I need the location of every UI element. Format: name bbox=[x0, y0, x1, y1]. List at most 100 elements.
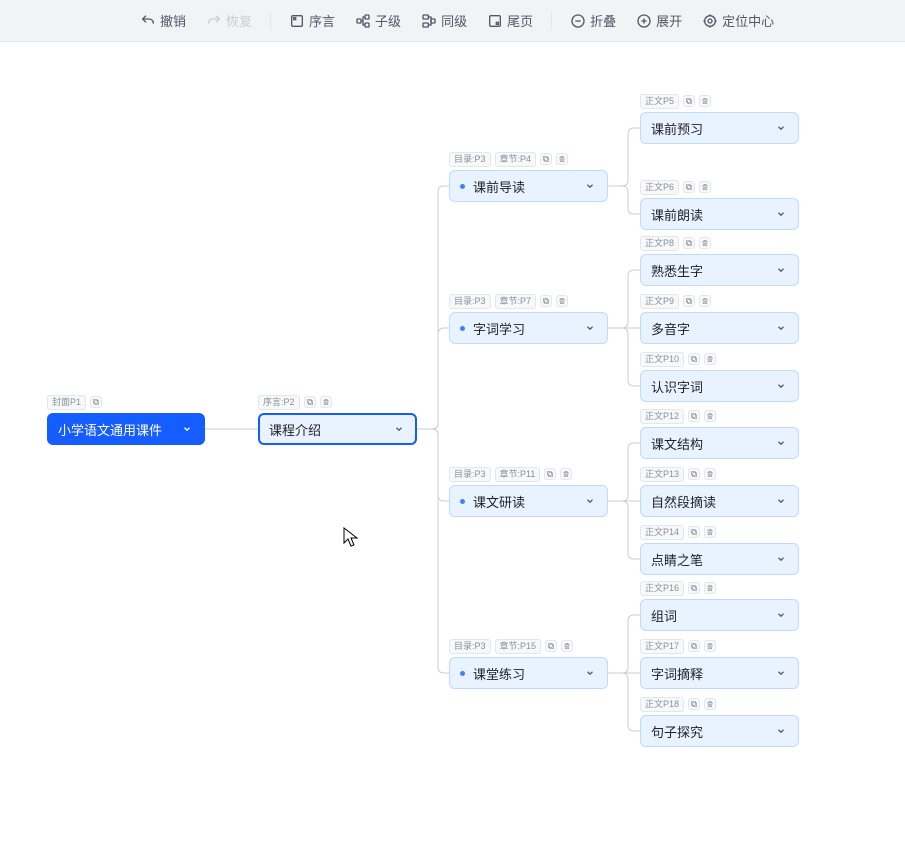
leaf-node[interactable]: 课前朗读 bbox=[640, 198, 799, 230]
node-tags: 目录:P3 章节:P7 bbox=[449, 294, 568, 309]
delete-icon[interactable] bbox=[704, 526, 716, 538]
leaf-node[interactable]: 点睛之笔 bbox=[640, 543, 799, 575]
copy-icon[interactable] bbox=[688, 468, 700, 480]
center-icon bbox=[702, 13, 718, 29]
delete-icon[interactable] bbox=[704, 468, 716, 480]
preface-button[interactable]: 序言 bbox=[279, 7, 345, 34]
section-node[interactable]: 课堂练习 bbox=[449, 657, 608, 689]
tag-label: 正文P13 bbox=[640, 467, 684, 482]
copy-icon[interactable] bbox=[540, 295, 552, 307]
delete-icon[interactable] bbox=[704, 582, 716, 594]
chevron-down-icon[interactable] bbox=[392, 422, 406, 436]
delete-icon[interactable] bbox=[704, 698, 716, 710]
leaf-node[interactable]: 多音字 bbox=[640, 312, 799, 344]
chevron-down-icon[interactable] bbox=[583, 179, 597, 193]
tag-label: 目录:P3 bbox=[449, 152, 491, 167]
copy-icon[interactable] bbox=[683, 181, 695, 193]
copy-icon[interactable] bbox=[688, 353, 700, 365]
delete-icon[interactable] bbox=[699, 237, 711, 249]
node-tags: 目录:P3 章节:P11 bbox=[449, 467, 572, 482]
copy-icon[interactable] bbox=[544, 468, 556, 480]
section-node[interactable]: 课前导读 bbox=[449, 170, 608, 202]
node-label: 熟悉生字 bbox=[651, 261, 703, 280]
delete-icon[interactable] bbox=[704, 640, 716, 652]
copy-icon[interactable] bbox=[545, 640, 557, 652]
chevron-down-icon[interactable] bbox=[583, 666, 597, 680]
copy-icon[interactable] bbox=[688, 410, 700, 422]
undo-button[interactable]: 撤销 bbox=[130, 7, 196, 34]
tag-label: 正文P6 bbox=[640, 180, 679, 195]
section-node[interactable]: 字词学习 bbox=[449, 312, 608, 344]
delete-icon[interactable] bbox=[704, 353, 716, 365]
leaf-node[interactable]: 句子探究 bbox=[640, 715, 799, 747]
delete-icon[interactable] bbox=[699, 95, 711, 107]
node-label: 组词 bbox=[651, 606, 677, 625]
delete-icon[interactable] bbox=[699, 295, 711, 307]
chevron-down-icon[interactable] bbox=[774, 263, 788, 277]
leaf-node[interactable]: 组词 bbox=[640, 599, 799, 631]
node-label: 课前预习 bbox=[651, 119, 703, 138]
section-node[interactable]: 课文研读 bbox=[449, 485, 608, 517]
chevron-down-icon[interactable] bbox=[583, 321, 597, 335]
chevron-down-icon[interactable] bbox=[774, 608, 788, 622]
mindmap-canvas[interactable]: 封面P1 小学语文通用课件 序言:P2 课程介绍 目录:P3 章节:P4 课前导… bbox=[0, 42, 905, 844]
delete-icon[interactable] bbox=[560, 468, 572, 480]
node-tags: 正文P16 bbox=[640, 581, 716, 596]
chevron-down-icon[interactable] bbox=[180, 422, 194, 436]
chevron-down-icon[interactable] bbox=[774, 121, 788, 135]
leaf-node[interactable]: 字词摘释 bbox=[640, 657, 799, 689]
chevron-down-icon[interactable] bbox=[774, 207, 788, 221]
node-tags: 目录:P3 章节:P15 bbox=[449, 639, 573, 654]
leaf-node[interactable]: 课前预习 bbox=[640, 112, 799, 144]
chevron-down-icon[interactable] bbox=[583, 494, 597, 508]
chevron-down-icon[interactable] bbox=[774, 379, 788, 393]
leaf-node[interactable]: 课文结构 bbox=[640, 427, 799, 459]
leaf-node[interactable]: 熟悉生字 bbox=[640, 254, 799, 286]
chevron-down-icon[interactable] bbox=[774, 724, 788, 738]
copy-icon[interactable] bbox=[90, 396, 102, 408]
tag-label: 正文P14 bbox=[640, 525, 684, 540]
center-button[interactable]: 定位中心 bbox=[692, 7, 784, 34]
undo-label: 撤销 bbox=[160, 11, 186, 30]
delete-icon[interactable] bbox=[320, 396, 332, 408]
redo-button[interactable]: 恢复 bbox=[196, 7, 262, 34]
child-button[interactable]: 子级 bbox=[345, 7, 411, 34]
leaf-node[interactable]: 自然段摘读 bbox=[640, 485, 799, 517]
collapse-button[interactable]: 折叠 bbox=[560, 7, 626, 34]
redo-label: 恢复 bbox=[226, 11, 252, 30]
sibling-button[interactable]: 同级 bbox=[411, 7, 477, 34]
expand-button[interactable]: 展开 bbox=[626, 7, 692, 34]
chevron-down-icon[interactable] bbox=[774, 321, 788, 335]
copy-icon[interactable] bbox=[688, 526, 700, 538]
tag-label: 正文P5 bbox=[640, 94, 679, 109]
delete-icon[interactable] bbox=[561, 640, 573, 652]
delete-icon[interactable] bbox=[704, 410, 716, 422]
copy-icon[interactable] bbox=[688, 640, 700, 652]
chevron-down-icon[interactable] bbox=[774, 494, 788, 508]
epilogue-button[interactable]: 尾页 bbox=[477, 7, 543, 34]
node-tags: 正文P9 bbox=[640, 294, 711, 309]
chevron-down-icon[interactable] bbox=[774, 666, 788, 680]
delete-icon[interactable] bbox=[556, 295, 568, 307]
root-node[interactable]: 小学语文通用课件 bbox=[47, 413, 205, 445]
chevron-down-icon[interactable] bbox=[774, 436, 788, 450]
delete-icon[interactable] bbox=[556, 153, 568, 165]
copy-icon[interactable] bbox=[688, 698, 700, 710]
epilogue-icon bbox=[487, 13, 503, 29]
copy-icon[interactable] bbox=[688, 582, 700, 594]
intro-node[interactable]: 课程介绍 bbox=[258, 413, 417, 445]
leaf-node[interactable]: 认识字词 bbox=[640, 370, 799, 402]
delete-icon[interactable] bbox=[699, 181, 711, 193]
child-icon bbox=[355, 13, 371, 29]
node-tags: 正文P12 bbox=[640, 409, 716, 424]
tag-label: 章节:P7 bbox=[495, 294, 537, 309]
copy-icon[interactable] bbox=[683, 237, 695, 249]
copy-icon[interactable] bbox=[683, 295, 695, 307]
node-tags: 正文P18 bbox=[640, 697, 716, 712]
copy-icon[interactable] bbox=[540, 153, 552, 165]
copy-icon[interactable] bbox=[304, 396, 316, 408]
redo-icon bbox=[206, 13, 222, 29]
chevron-down-icon[interactable] bbox=[774, 552, 788, 566]
copy-icon[interactable] bbox=[683, 95, 695, 107]
node-label: 课前朗读 bbox=[651, 205, 703, 224]
